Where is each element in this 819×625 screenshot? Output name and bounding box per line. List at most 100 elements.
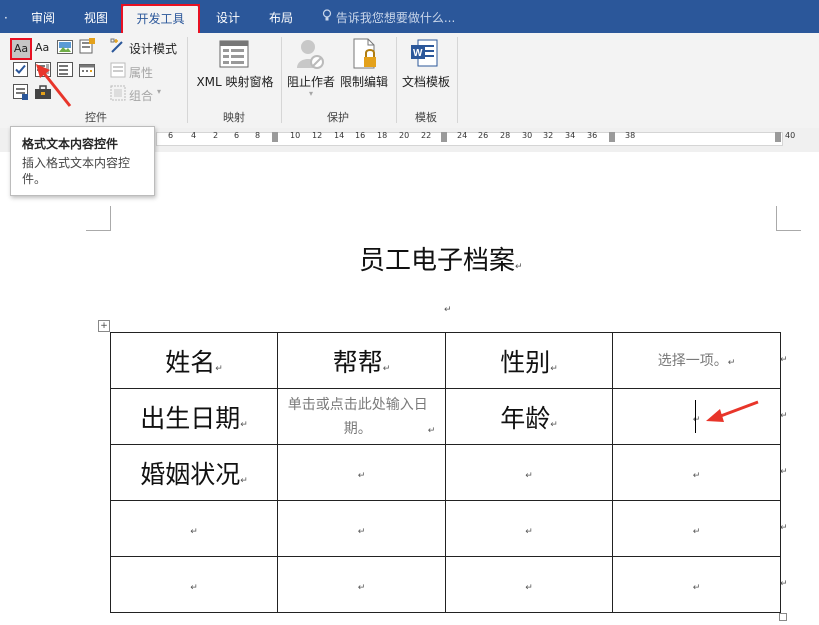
cell-label: 出生日期 bbox=[140, 403, 241, 433]
group-separator bbox=[187, 37, 188, 123]
paragraph-mark: ↵ bbox=[444, 305, 452, 315]
tab-review[interactable]: 审阅 bbox=[31, 8, 55, 28]
table-cell[interactable]: 出生日期↵ bbox=[110, 388, 278, 445]
plain-text-content-control-button[interactable]: Aa bbox=[35, 39, 53, 57]
table-row: ↵ ↵ ↵ ↵ bbox=[110, 556, 781, 613]
block-authors-icon bbox=[295, 38, 325, 70]
paragraph-mark: ↵ bbox=[550, 419, 558, 430]
ruler-number: 30 bbox=[522, 131, 533, 140]
properties-button[interactable]: 属性 bbox=[129, 64, 153, 81]
group-button[interactable]: 组合 bbox=[129, 87, 153, 104]
table-cell[interactable]: ↵ bbox=[612, 500, 781, 557]
employee-table: 姓名↵ 帮帮↵ 性别↵ 选择一项。↵ 出生日期↵ 单击或点击此处输入日期。 ↵ 年龄↵ ↵ 婚姻状… bbox=[110, 332, 781, 613]
table-move-handle[interactable]: + bbox=[98, 320, 110, 332]
ruler-number: 40 bbox=[785, 131, 796, 140]
annotation-arrow-up bbox=[36, 64, 72, 107]
xml-mapping-pane-button[interactable]: XML 映射窗格 bbox=[194, 73, 276, 90]
block-authors-dropdown-icon[interactable]: ▾ bbox=[309, 89, 313, 98]
ruler-number: 6 bbox=[234, 131, 240, 140]
table-cell[interactable]: ↵ bbox=[277, 500, 446, 557]
table-cell[interactable]: ↵ bbox=[445, 556, 613, 613]
table-cell[interactable]: ↵ bbox=[110, 556, 278, 613]
paragraph-mark: ↵ bbox=[240, 475, 248, 486]
picture-content-control-button[interactable] bbox=[57, 39, 75, 57]
table-cell[interactable]: ↵ bbox=[110, 500, 278, 557]
tell-me-box[interactable]: 告诉我您想要做什么... bbox=[322, 8, 455, 28]
table-cell[interactable]: 单击或点击此处输入日期。 ↵ bbox=[277, 388, 446, 445]
table-resize-handle[interactable] bbox=[779, 613, 787, 621]
building-block-gallery-button[interactable] bbox=[79, 38, 97, 56]
ruler-column-marker[interactable] bbox=[441, 132, 447, 142]
paragraph-mark: ↵ bbox=[427, 425, 436, 436]
table-cell[interactable]: 年龄↵ bbox=[445, 388, 613, 445]
ruler-number: 28 bbox=[500, 131, 511, 140]
table-cell[interactable]: ↵ bbox=[445, 444, 613, 501]
checkbox-content-control-button[interactable] bbox=[13, 62, 31, 80]
repeating-section-button[interactable] bbox=[13, 84, 31, 102]
tooltip: 格式文本内容控件 插入格式文本内容控件。 bbox=[10, 126, 155, 196]
content-control-placeholder[interactable]: 单击或点击此处输入日期。 bbox=[288, 393, 428, 441]
restrict-editing-button[interactable]: 限制编辑 bbox=[339, 73, 389, 90]
ruler-number: 12 bbox=[312, 131, 323, 140]
building-block-icon bbox=[79, 38, 95, 54]
block-authors-button[interactable]: 阻止作者 bbox=[286, 73, 336, 90]
paragraph-mark: ↵ bbox=[190, 583, 198, 593]
ruler-number: 4 bbox=[191, 131, 197, 140]
ruler-column-marker[interactable] bbox=[609, 132, 615, 142]
paragraph-mark: ↵ bbox=[240, 419, 248, 430]
ruler-margin-marker[interactable] bbox=[775, 132, 781, 142]
ruler-margin-marker[interactable] bbox=[272, 132, 278, 142]
row-end-mark: ↵ bbox=[780, 467, 788, 477]
rich-text-content-control-button[interactable]: Aa bbox=[10, 38, 32, 60]
row-end-mark: ↵ bbox=[780, 411, 788, 421]
design-mode-button[interactable]: 设计模式 bbox=[129, 40, 177, 57]
ruler-number: 6 bbox=[168, 131, 174, 140]
calendar-icon bbox=[79, 64, 95, 77]
repeating-section-icon bbox=[13, 84, 28, 100]
group-separator bbox=[396, 37, 397, 123]
ruler-number: 2 bbox=[213, 131, 219, 140]
templates-group-label: 模板 bbox=[415, 111, 437, 124]
table-cell[interactable]: 婚姻状况↵ bbox=[110, 444, 278, 501]
lightbulb-icon bbox=[322, 8, 332, 28]
date-picker-content-control-button[interactable] bbox=[79, 62, 97, 80]
paragraph-mark: ↵ bbox=[357, 583, 366, 593]
ruler-number: 38 bbox=[625, 131, 636, 140]
table-cell[interactable]: 性别↵ bbox=[445, 332, 613, 389]
table-cell[interactable]: ↵ bbox=[612, 556, 781, 613]
group-dropdown-icon[interactable]: ▾ bbox=[157, 87, 161, 96]
table-cell[interactable]: 帮帮↵ bbox=[277, 332, 446, 389]
tab-file-edge[interactable]: · bbox=[4, 8, 8, 28]
design-mode-icon bbox=[110, 38, 128, 56]
paragraph-mark: ↵ bbox=[515, 262, 523, 272]
table-cell[interactable]: ↵ bbox=[277, 444, 446, 501]
paragraph-mark: ↵ bbox=[215, 363, 223, 374]
group-icon bbox=[110, 85, 128, 103]
row-end-mark: ↵ bbox=[780, 579, 788, 589]
tab-developer[interactable]: 开发工具 bbox=[123, 6, 198, 33]
properties-icon bbox=[110, 62, 128, 80]
cell-label: 性别 bbox=[500, 347, 551, 377]
paragraph-mark: ↵ bbox=[525, 583, 533, 593]
tab-design[interactable]: 设计 bbox=[216, 8, 240, 28]
tab-layout[interactable]: 布局 bbox=[269, 8, 293, 28]
ruler-number: 14 bbox=[334, 131, 345, 140]
tab-view[interactable]: 视图 bbox=[84, 8, 108, 28]
paragraph-mark: ↵ bbox=[550, 363, 558, 374]
table-cell[interactable]: ↵ bbox=[445, 500, 613, 557]
table-cell[interactable]: ↵ bbox=[612, 444, 781, 501]
cell-label: 姓名 bbox=[165, 347, 216, 377]
controls-group-label: 控件 bbox=[85, 111, 107, 124]
table-cell[interactable]: 姓名↵ bbox=[110, 332, 278, 389]
table-row: 姓名↵ 帮帮↵ 性别↵ 选择一项。↵ bbox=[110, 332, 781, 389]
document-title[interactable]: 员工电子档案↵ bbox=[359, 240, 523, 277]
paragraph-mark: ↵ bbox=[525, 527, 533, 537]
document-template-button[interactable]: 文档模板 bbox=[400, 73, 452, 90]
text-cursor bbox=[695, 400, 696, 433]
table-cell[interactable]: ↵ bbox=[277, 556, 446, 613]
content-control-placeholder[interactable]: 选择一项。 bbox=[658, 349, 728, 373]
annotation-arrow-left bbox=[706, 400, 759, 422]
paragraph-mark: ↵ bbox=[190, 527, 198, 537]
table-cell[interactable]: 选择一项。↵ bbox=[612, 332, 781, 389]
ruler-number: 16 bbox=[355, 131, 366, 140]
